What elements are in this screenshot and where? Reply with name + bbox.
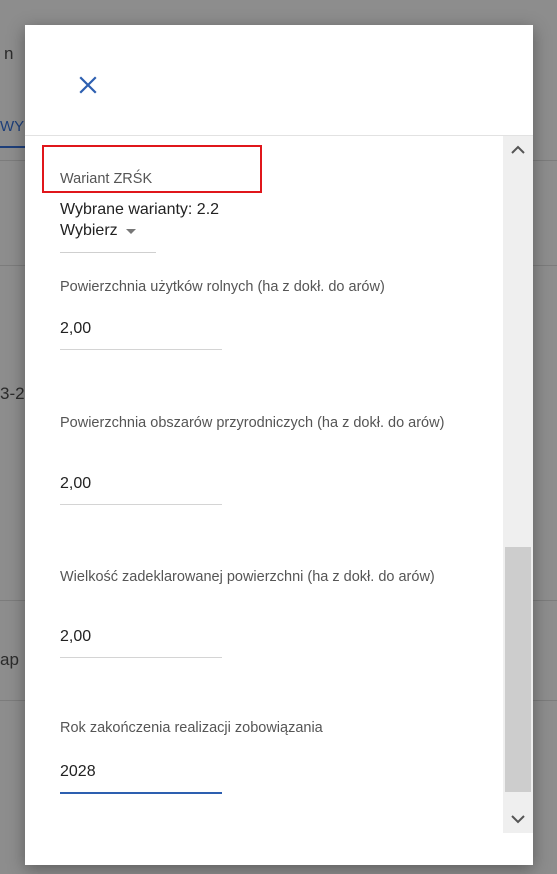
- background-text-fragment: ap: [0, 650, 19, 669]
- end-year-label: Rok zakończenia realizacji zobowiązania: [60, 720, 323, 736]
- declared-area-input[interactable]: [60, 623, 222, 651]
- end-year-input[interactable]: [60, 758, 222, 786]
- scrollbar-thumb[interactable]: [505, 547, 531, 792]
- background-text-fragment: n: [4, 44, 14, 63]
- input-underline: [60, 504, 222, 505]
- dialog-header: [25, 25, 533, 136]
- background-text-fragment: 3-2: [0, 384, 25, 403]
- chevron-down-icon: [511, 815, 525, 824]
- declared-area-label: Wielkość zadeklarowanej powierzchni (ha …: [60, 569, 435, 585]
- background-tab-label: WY: [0, 118, 25, 135]
- scroll-up-button[interactable]: [503, 136, 533, 164]
- variant-select-label: Wybierz: [60, 222, 118, 239]
- caret-down-icon: [125, 228, 136, 234]
- close-button[interactable]: [73, 70, 103, 100]
- scrollbar[interactable]: [503, 136, 533, 833]
- natural-area-input[interactable]: [60, 470, 222, 498]
- scroll-down-button[interactable]: [503, 805, 533, 833]
- selected-variants-text: Wybrane warianty: 2.2: [60, 201, 220, 218]
- variant-select[interactable]: Wybierz: [60, 222, 136, 240]
- chevron-up-icon: [511, 145, 525, 154]
- variant-label: Wariant ZRŚK: [60, 171, 153, 187]
- input-underline: [60, 657, 222, 658]
- agricultural-area-label: Powierzchnia użytków rolnych (ha z dokł.…: [60, 279, 385, 295]
- background-tab: WY: [0, 118, 25, 148]
- dialog-scroll-area[interactable]: Wariant ZRŚK Wybrane warianty: 2.2 Wybie…: [25, 136, 533, 833]
- input-underline: [60, 349, 222, 350]
- input-underline-active: [60, 792, 222, 794]
- close-icon: [79, 76, 97, 94]
- natural-area-label: Powierzchnia obszarów przyrodniczych (ha…: [60, 415, 445, 431]
- select-underline: [60, 252, 156, 253]
- agricultural-area-input[interactable]: [60, 315, 222, 343]
- modal-dialog: Wariant ZRŚK Wybrane warianty: 2.2 Wybie…: [25, 25, 533, 865]
